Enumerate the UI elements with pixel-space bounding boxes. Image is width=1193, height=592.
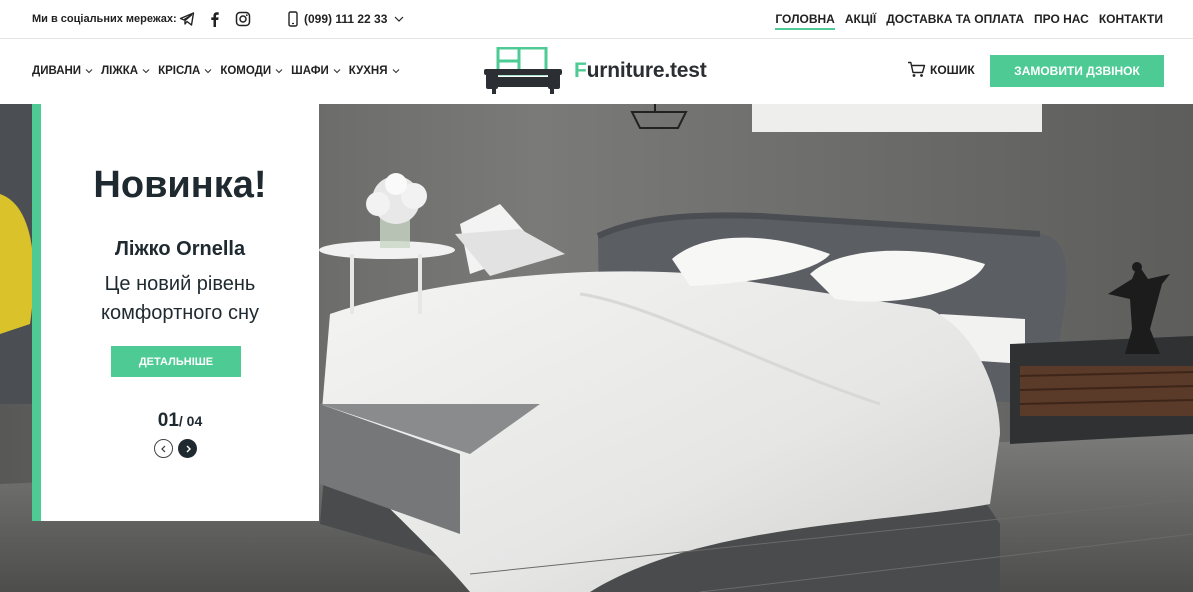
request-callback-button[interactable]: ЗАМОВИТИ ДЗВІНОК	[990, 55, 1164, 87]
main-header: ДИВАНИ ЛІЖКА КРІСЛА КОМОДИ ШАФИ КУХНЯ Fu…	[0, 39, 1193, 104]
logo-name: urniture.test	[586, 59, 707, 82]
facebook-icon[interactable]	[207, 11, 223, 27]
slide-counter: 01/ 04	[41, 410, 319, 432]
current-slide: 01	[157, 410, 179, 431]
category-label: ЛІЖКА	[101, 65, 139, 77]
telegram-icon[interactable]	[179, 11, 195, 27]
details-button[interactable]: ДЕТАЛЬНІШЕ	[111, 346, 241, 377]
category-wardrobes[interactable]: ШАФИ	[291, 65, 341, 77]
category-label: ДИВАНИ	[32, 65, 82, 77]
cart-label: КОШИК	[930, 62, 975, 77]
nav-home[interactable]: ГОЛОВНА	[775, 12, 836, 30]
nav-about[interactable]: ПРО НАС	[1034, 12, 1089, 30]
total-slides: / 04	[178, 413, 203, 429]
logo-text: Furniture.test	[574, 59, 707, 83]
chevron-down-icon	[333, 69, 341, 74]
cart-link[interactable]: КОШИК	[907, 61, 975, 78]
product-name: Ліжко Ornella	[114, 238, 246, 260]
category-sofas[interactable]: ДИВАНИ	[32, 65, 93, 77]
phone-selector[interactable]: (099) 111 22 33	[288, 11, 404, 27]
instagram-icon[interactable]	[235, 11, 251, 27]
category-label: КОМОДИ	[220, 65, 272, 77]
phone-number: (099) 111 22 33	[304, 12, 388, 26]
nav-delivery[interactable]: ДОСТАВКА ТА ОПЛАТА	[886, 12, 1024, 30]
promo-title: Новинка!	[93, 164, 267, 206]
category-label: КРІСЛА	[158, 65, 201, 77]
logo-accent-letter: F	[574, 59, 587, 82]
top-bar: Ми в соціальних мережах: (099) 111 22 33…	[0, 0, 1193, 39]
prev-slide-button[interactable]	[154, 439, 173, 458]
top-navigation: ГОЛОВНА АКЦІЇ ДОСТАВКА ТА ОПЛАТА ПРО НАС…	[775, 12, 1163, 30]
chevron-left-icon	[160, 445, 165, 452]
chevron-down-icon	[204, 69, 212, 74]
category-dressers[interactable]: КОМОДИ	[220, 65, 283, 77]
chevron-down-icon	[394, 16, 404, 22]
category-label: КУХНЯ	[348, 65, 388, 77]
chevron-down-icon	[142, 69, 150, 74]
chevron-right-icon	[186, 445, 191, 452]
category-label: ШАФИ	[291, 65, 329, 77]
social-label: Ми в соціальних мережах:	[32, 13, 177, 25]
cart-icon	[908, 61, 926, 77]
promo-card: Новинка! Ліжко Ornella Це новий рівень к…	[32, 104, 319, 521]
nav-contacts[interactable]: КОНТАКТИ	[1099, 12, 1163, 30]
category-navigation: ДИВАНИ ЛІЖКА КРІСЛА КОМОДИ ШАФИ КУХНЯ	[32, 65, 408, 77]
site-logo[interactable]: Furniture.test	[484, 46, 714, 96]
next-slide-button[interactable]	[178, 439, 197, 458]
sofa-logo-icon	[484, 47, 562, 94]
product-description: Це новий рівень комфортного сну	[100, 273, 260, 324]
chevron-down-icon	[85, 69, 93, 74]
chevron-down-icon	[392, 69, 399, 74]
phone-icon	[288, 11, 298, 27]
chevron-down-icon	[275, 69, 283, 74]
category-beds[interactable]: ЛІЖКА	[101, 65, 150, 77]
nav-promotions[interactable]: АКЦІЇ	[845, 12, 876, 30]
category-kitchen[interactable]: КУХНЯ	[349, 65, 400, 77]
category-armchairs[interactable]: КРІСЛА	[158, 65, 212, 77]
